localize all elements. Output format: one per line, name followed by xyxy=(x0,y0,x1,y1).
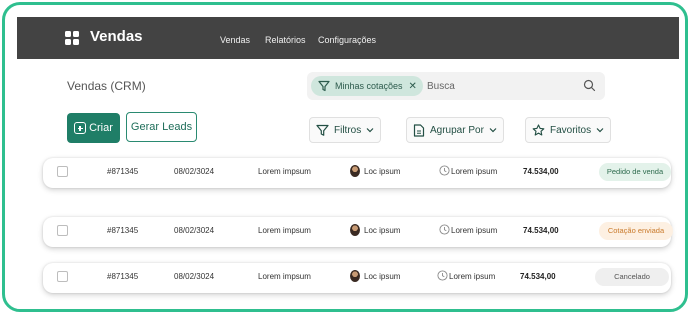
group-by-label: Agrupar Por xyxy=(430,124,484,136)
order-description: Lorem impsum xyxy=(258,167,311,176)
main-content: Vendas (CRM) Minhas cotações ✕ Criar Gera… xyxy=(17,59,679,309)
avatar xyxy=(350,224,360,236)
funnel-icon xyxy=(316,124,329,136)
close-icon[interactable]: ✕ xyxy=(409,81,417,92)
create-button[interactable]: Criar xyxy=(67,113,120,143)
generate-leads-button[interactable]: Gerar Leads xyxy=(126,112,197,142)
order-id: #871345 xyxy=(107,226,139,235)
activity: Lorem ipsum xyxy=(449,272,496,281)
app-frame: Vendas Vendas Relatórios Configurações V… xyxy=(2,2,688,312)
chevron-down-icon xyxy=(366,128,374,133)
status-badge: Cancelado xyxy=(595,268,669,286)
favorites-button[interactable]: Favoritos xyxy=(525,117,612,143)
row-checkbox[interactable] xyxy=(57,225,68,236)
owner-name: Loc ipsum xyxy=(364,167,401,176)
plus-icon xyxy=(74,122,87,134)
table-row[interactable]: #871345 08/02/3024 Lorem impsum Loc ipsu… xyxy=(43,217,673,247)
star-icon xyxy=(532,123,545,136)
order-description: Lorem impsum xyxy=(258,272,311,281)
favorites-label: Favoritos xyxy=(550,124,592,136)
active-filter-label: Minhas cotações xyxy=(335,81,403,91)
chevron-down-icon xyxy=(596,128,604,133)
activity: Lorem ipsum xyxy=(451,226,498,235)
clock-icon xyxy=(439,165,450,176)
status-badge: Pedido de venda xyxy=(599,163,671,181)
avatar xyxy=(350,270,360,282)
filters-button[interactable]: Filtros xyxy=(309,117,382,143)
search-icon[interactable] xyxy=(583,79,596,92)
activity: Lorem ipsum xyxy=(451,167,498,176)
order-date: 08/02/3024 xyxy=(174,272,215,281)
row-checkbox[interactable] xyxy=(57,271,68,282)
top-navbar: Vendas Vendas Relatórios Configurações xyxy=(17,17,679,59)
search-bar: Minhas cotações ✕ xyxy=(307,72,605,100)
nav-vendas[interactable]: Vendas xyxy=(220,35,250,45)
owner-name: Loc ipsum xyxy=(364,272,401,281)
create-button-label: Criar xyxy=(89,122,113,134)
page-title: Vendas (CRM) xyxy=(67,79,146,93)
order-date: 08/02/3024 xyxy=(174,226,215,235)
document-icon xyxy=(413,123,425,137)
amount: 74.534,00 xyxy=(520,272,556,281)
app-title: Vendas xyxy=(90,28,143,45)
table-row[interactable]: #871345 08/02/3024 Lorem impsum Loc ipsu… xyxy=(43,263,671,293)
amount: 74.534,00 xyxy=(523,226,559,235)
owner-name: Loc ipsum xyxy=(364,226,401,235)
active-filter-chip[interactable]: Minhas cotações ✕ xyxy=(311,76,423,96)
clock-icon xyxy=(439,224,450,235)
clock-icon xyxy=(437,270,448,281)
funnel-icon xyxy=(318,80,330,92)
amount: 74.534,00 xyxy=(523,167,559,176)
search-input[interactable] xyxy=(427,76,567,96)
group-by-button[interactable]: Agrupar Por xyxy=(406,117,504,143)
table-row[interactable]: #871345 08/02/3024 Lorem impsum Loc ipsu… xyxy=(43,158,671,188)
nav-relatorios[interactable]: Relatórios xyxy=(265,35,306,45)
order-id: #871345 xyxy=(107,167,139,176)
nav-configuracoes[interactable]: Configurações xyxy=(318,35,376,45)
apps-grid-icon[interactable] xyxy=(65,31,79,45)
order-date: 08/02/3024 xyxy=(174,167,215,176)
filters-label: Filtros xyxy=(334,124,362,136)
order-id: #871345 xyxy=(107,272,139,281)
chevron-down-icon xyxy=(489,128,497,133)
row-checkbox[interactable] xyxy=(57,166,68,177)
avatar xyxy=(350,165,360,177)
status-badge: Cotação enviada xyxy=(599,222,673,240)
order-description: Lorem impsum xyxy=(258,226,311,235)
